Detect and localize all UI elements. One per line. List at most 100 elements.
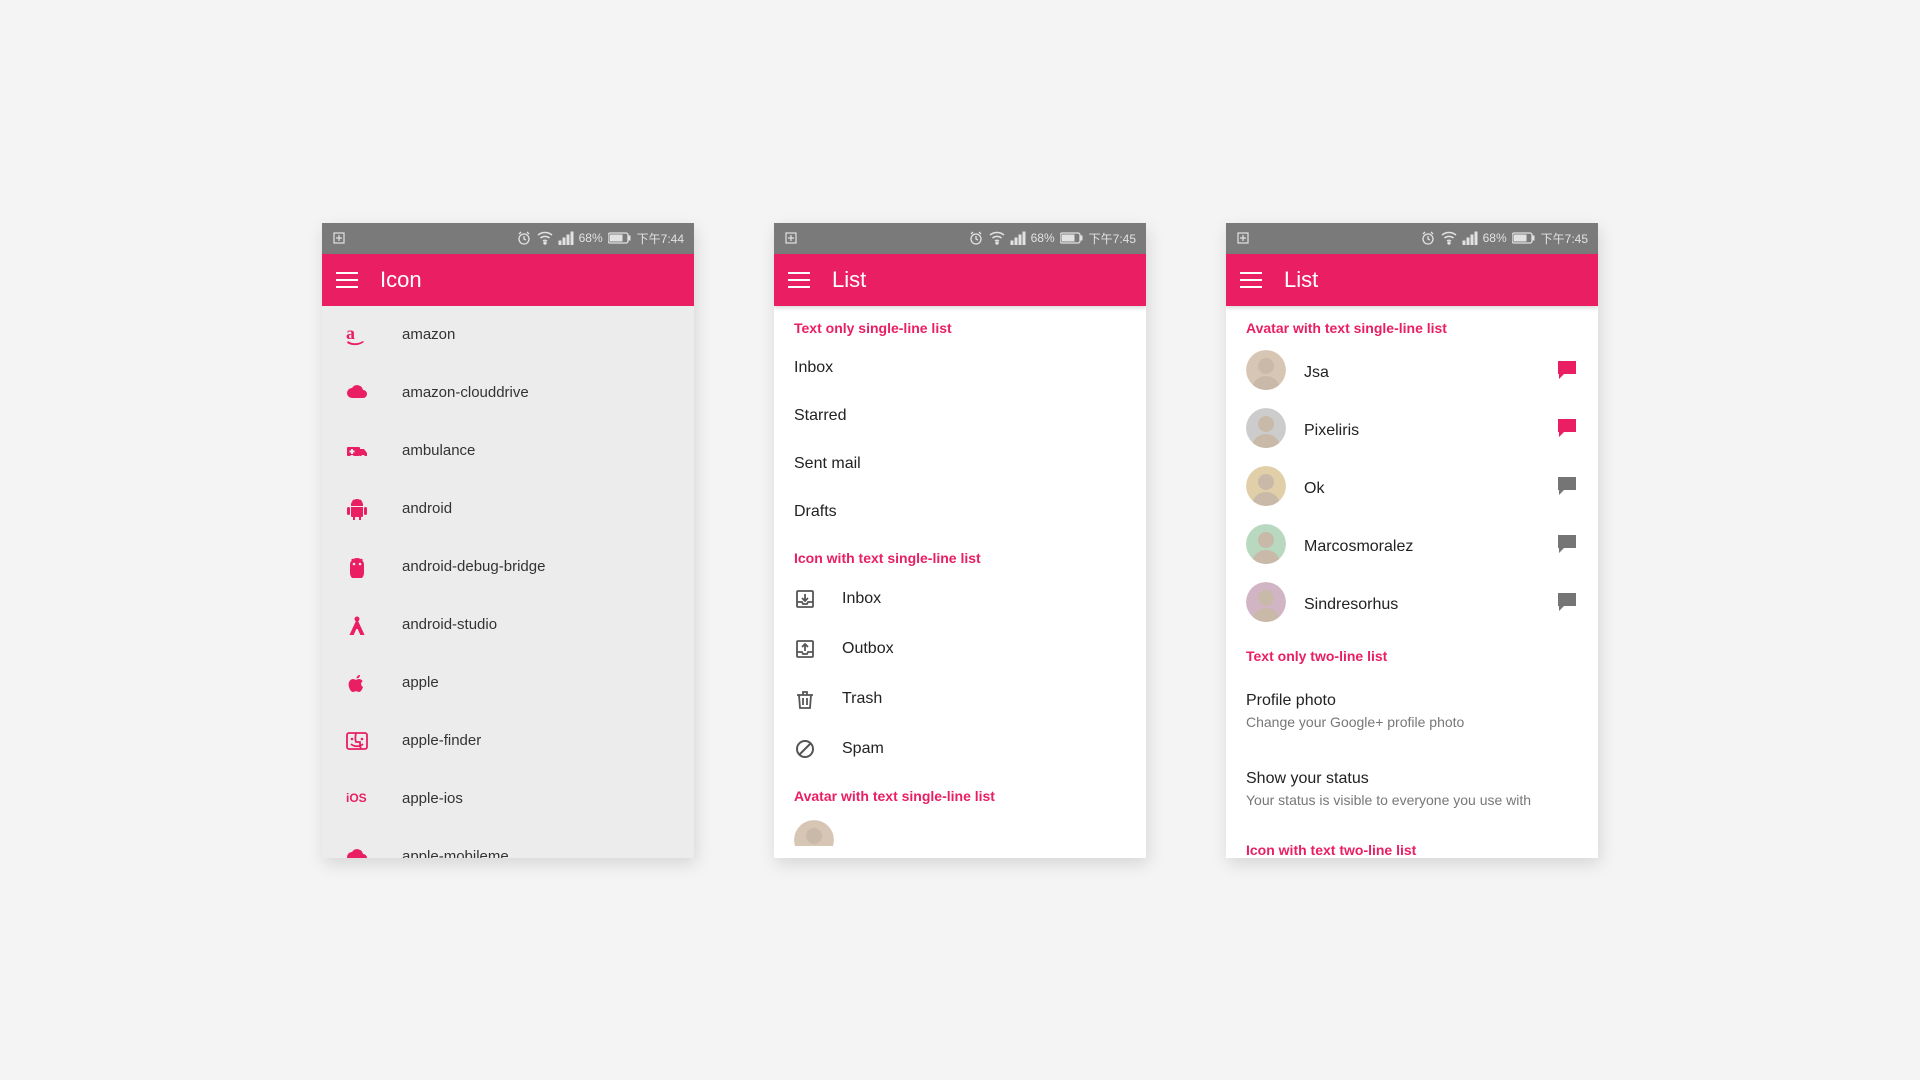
chat-icon[interactable] [1556, 533, 1578, 560]
battery-text: 68% [1483, 231, 1507, 245]
alarm-icon [968, 230, 984, 246]
list-label: android-debug-bridge [402, 558, 545, 575]
inbox-out-icon [794, 639, 816, 659]
icon-list-item[interactable]: android-debug-bridge [322, 538, 694, 596]
list-label: Drafts [794, 503, 837, 521]
ambulance-icon [346, 440, 368, 462]
menu-icon[interactable] [336, 272, 358, 288]
chat-icon[interactable] [1556, 417, 1578, 444]
list-label: Pixeliris [1304, 422, 1359, 440]
list-label: apple-finder [402, 732, 481, 749]
battery-text: 68% [579, 231, 603, 245]
list-label: Marcosmoralez [1304, 538, 1413, 556]
section-header-text-only: Text only single-line list [774, 306, 1146, 344]
icon-text-list-item[interactable]: Spam [774, 724, 1146, 774]
text-list-item[interactable]: Sent mail [774, 440, 1146, 488]
icon-text-list-item[interactable]: Outbox [774, 624, 1146, 674]
text-list-item[interactable]: Drafts [774, 488, 1146, 536]
status-time: 下午7:45 [1541, 230, 1588, 247]
icon-text-list-item[interactable]: Inbox [774, 574, 1146, 624]
expand-icon [332, 231, 346, 245]
avatar [1246, 350, 1286, 395]
icon-list-item[interactable]: amazon [322, 306, 694, 364]
page-title: List [832, 267, 866, 293]
icon-list-item[interactable]: apple-finder [322, 712, 694, 770]
text-list-item[interactable]: Starred [774, 392, 1146, 440]
icon-list-item[interactable]: apple-ios [322, 770, 694, 828]
battery-text: 68% [1031, 231, 1055, 245]
avatar [1246, 466, 1286, 511]
status-time: 下午7:44 [637, 230, 684, 247]
icon-list-item[interactable]: amazon-clouddrive [322, 364, 694, 422]
icon-list-item[interactable]: ambulance [322, 422, 694, 480]
list-label: amazon-clouddrive [402, 384, 529, 401]
icon-list-item[interactable]: android-studio [322, 596, 694, 654]
signal-icon [558, 231, 574, 245]
inbox-in-icon [794, 589, 816, 609]
ios-icon [346, 788, 368, 810]
section-header-text-two-line: Text only two-line list [1226, 634, 1598, 672]
section-header-avatar-text: Avatar with text single-line list [1226, 306, 1598, 344]
list-label: Outbox [842, 640, 894, 658]
avatar-list-item[interactable]: Pixeliris [1226, 402, 1598, 460]
list-label: Inbox [794, 359, 833, 377]
avatar-list-item[interactable]: Jsa [1226, 344, 1598, 402]
list-label: Trash [842, 690, 882, 708]
app-header: List [1226, 254, 1598, 306]
avatar [1246, 582, 1286, 627]
list-primary: Profile photo [1246, 692, 1578, 710]
list-label: Jsa [1304, 364, 1329, 382]
status-bar: 68% 下午7:45 [774, 223, 1146, 254]
list-label: Sindresorhus [1304, 596, 1398, 614]
two-line-list-item[interactable]: Profile photo Change your Google+ profil… [1226, 672, 1598, 750]
list-label: Sent mail [794, 455, 861, 473]
cloud-icon [346, 846, 368, 858]
battery-icon [1060, 230, 1084, 246]
cloud-icon [346, 382, 368, 404]
icon-list-item[interactable]: apple-mobileme [322, 828, 694, 858]
text-list-item[interactable]: Inbox [774, 344, 1146, 392]
wifi-icon [537, 230, 553, 246]
expand-icon [1236, 231, 1250, 245]
expand-icon [784, 231, 798, 245]
amazon-icon [346, 324, 368, 346]
android-icon [346, 498, 368, 520]
icon-list-item[interactable]: apple [322, 654, 694, 712]
list-label: apple-mobileme [402, 848, 509, 858]
list-label: apple-ios [402, 790, 463, 807]
wifi-icon [989, 230, 1005, 246]
chat-icon[interactable] [1556, 359, 1578, 386]
avatar-list-item[interactable]: Marcosmoralez [1226, 518, 1598, 576]
menu-icon[interactable] [788, 272, 810, 288]
list-primary: Show your status [1246, 770, 1578, 788]
block-icon [794, 739, 816, 759]
list-label: Inbox [842, 590, 881, 608]
apple-icon [346, 672, 368, 694]
signal-icon [1010, 231, 1026, 245]
avatar-list-item[interactable]: Ok [1226, 460, 1598, 518]
avatar-list-item[interactable] [774, 812, 1146, 846]
avatar-list-item[interactable]: Sindresorhus [1226, 576, 1598, 634]
page-title: List [1284, 267, 1318, 293]
list-label: apple [402, 674, 439, 691]
menu-icon[interactable] [1240, 272, 1262, 288]
battery-icon [1512, 230, 1536, 246]
list-label: Spam [842, 740, 884, 758]
list-label: Starred [794, 407, 846, 425]
screen-list-2: 68% 下午7:45 List Avatar with text single-… [1226, 223, 1598, 858]
list-label: Ok [1304, 480, 1324, 498]
avatar [1246, 408, 1286, 453]
two-line-list-item[interactable]: Show your status Your status is visible … [1226, 750, 1598, 828]
icon-list-item[interactable]: android [322, 480, 694, 538]
chat-icon[interactable] [1556, 475, 1578, 502]
section-header-icon-text: Icon with text single-line list [774, 536, 1146, 574]
page-title: Icon [380, 267, 422, 293]
icon-text-list-item[interactable]: Trash [774, 674, 1146, 724]
list-label: amazon [402, 326, 455, 343]
wifi-icon [1441, 230, 1457, 246]
screen-list-1: 68% 下午7:45 List Text only single-line li… [774, 223, 1146, 858]
list-label: android [402, 500, 452, 517]
adb-icon [346, 556, 368, 578]
status-bar: 68% 下午7:45 [1226, 223, 1598, 254]
chat-icon[interactable] [1556, 591, 1578, 618]
